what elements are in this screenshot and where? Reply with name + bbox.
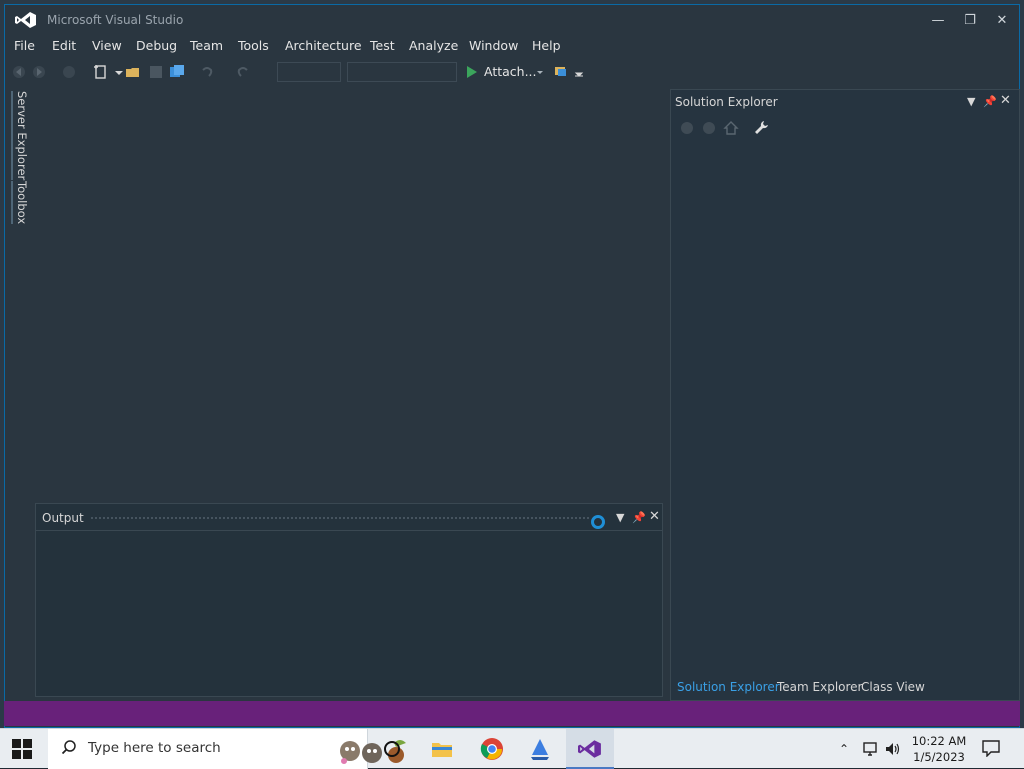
panel-drag-grip[interactable]: [90, 516, 590, 520]
save-all-icon[interactable]: [169, 64, 185, 80]
menu-tools[interactable]: Tools: [238, 38, 269, 53]
find-in-files-icon[interactable]: [553, 64, 569, 80]
menu-test[interactable]: Test: [370, 38, 395, 53]
server-explorer-tab[interactable]: Server Explorer: [11, 91, 29, 181]
pin-icon[interactable]: 📌: [632, 511, 646, 524]
new-project-icon[interactable]: [61, 64, 77, 80]
app-taskbar-button[interactable]: [516, 729, 564, 769]
navigate-back-icon[interactable]: [11, 64, 27, 80]
output-panel-title: Output: [42, 511, 84, 525]
undo-icon[interactable]: [199, 64, 215, 80]
solution-configuration-dropdown[interactable]: [277, 62, 341, 82]
notification-center-icon[interactable]: [982, 739, 1000, 757]
start-play-icon[interactable]: [467, 66, 477, 78]
system-clock[interactable]: 10:22 AM 1/5/2023: [906, 733, 972, 765]
home-icon[interactable]: [723, 120, 739, 136]
pin-icon[interactable]: 📌: [983, 95, 997, 108]
search-placeholder: Type here to search: [88, 740, 221, 756]
standard-toolbar: Attach...: [5, 59, 1019, 85]
window-position-dropdown-icon[interactable]: ▼: [616, 511, 624, 524]
solution-explorer-toolbar: [671, 116, 1019, 138]
cortana-circle-icon: [384, 741, 400, 757]
close-button[interactable]: ✕: [987, 9, 1017, 33]
visual-studio-icon: [578, 740, 601, 758]
windows-taskbar: Type here to search ⌃ 10:22 AM 1/5/2023: [0, 728, 1024, 769]
chrome-icon: [480, 738, 503, 760]
left-dock-tabs: Server Explorer Toolbox: [11, 87, 31, 227]
menu-view[interactable]: View: [92, 38, 122, 53]
title-bar: Microsoft Visual Studio — ❐ ✕: [5, 5, 1019, 35]
output-panel-header: Output ▼ 📌 ✕: [36, 504, 662, 531]
new-item-icon[interactable]: [93, 64, 109, 80]
back-icon[interactable]: [679, 120, 695, 136]
windows-start-icon[interactable]: [12, 739, 32, 759]
search-icon: [62, 740, 76, 754]
menu-debug[interactable]: Debug: [136, 38, 177, 53]
file-explorer-icon: [432, 743, 452, 757]
visual-studio-window: Microsoft Visual Studio — ❐ ✕ File Edit …: [4, 4, 1020, 728]
menu-bar: File Edit View Debug Team Tools Architec…: [5, 35, 1019, 57]
window-title: Microsoft Visual Studio: [47, 13, 184, 27]
show-hidden-icons-chevron-icon[interactable]: ⌃: [839, 742, 849, 756]
properties-wrench-icon[interactable]: [753, 120, 769, 136]
forward-icon[interactable]: [701, 120, 717, 136]
taskbar-search-box[interactable]: Type here to search: [48, 729, 406, 769]
solution-explorer-tab-strip: Solution Explorer Team Explorer Class Vi…: [671, 676, 1019, 700]
minimize-button[interactable]: —: [923, 9, 953, 33]
clock-date: 1/5/2023: [913, 750, 965, 764]
file-explorer-taskbar-button[interactable]: [418, 729, 466, 769]
visual-studio-logo-icon: [15, 12, 36, 28]
toolbar-options-icon[interactable]: [571, 64, 587, 80]
close-panel-icon[interactable]: ✕: [1000, 93, 1011, 108]
close-panel-icon[interactable]: ✕: [649, 509, 660, 524]
menu-analyze[interactable]: Analyze: [409, 38, 458, 53]
volume-icon[interactable]: [884, 740, 902, 758]
solution-explorer-title: Solution Explorer: [675, 95, 778, 109]
navigate-forward-icon[interactable]: [31, 64, 47, 80]
chrome-taskbar-button[interactable]: [468, 729, 516, 769]
toolbox-tab[interactable]: Toolbox: [11, 181, 29, 225]
tab-solution-explorer[interactable]: Solution Explorer: [677, 680, 780, 694]
restore-button[interactable]: ❐: [955, 9, 985, 33]
solution-explorer-header: Solution Explorer ▼ 📌 ✕: [671, 90, 1019, 114]
tab-team-explorer[interactable]: Team Explorer: [777, 680, 863, 694]
clock-time: 10:22 AM: [911, 734, 967, 748]
redo-icon[interactable]: [235, 64, 251, 80]
status-bar: [4, 701, 1020, 726]
dropdown-arrow-icon[interactable]: [532, 64, 548, 80]
menu-edit[interactable]: Edit: [52, 38, 76, 53]
solution-platform-dropdown[interactable]: [347, 62, 457, 82]
save-icon[interactable]: [148, 64, 164, 80]
attach-button[interactable]: Attach...: [484, 64, 537, 79]
menu-window[interactable]: Window: [469, 38, 518, 53]
task-view-button[interactable]: [368, 729, 416, 769]
sailboat-app-icon: [531, 739, 549, 760]
loading-spinner-icon: [591, 515, 605, 529]
menu-file[interactable]: File: [14, 38, 35, 53]
tab-class-view[interactable]: Class View: [861, 680, 925, 694]
network-icon[interactable]: [862, 740, 880, 758]
menu-team[interactable]: Team: [190, 38, 223, 53]
output-panel: Output ▼ 📌 ✕: [35, 503, 663, 697]
visual-studio-taskbar-button[interactable]: [566, 729, 614, 769]
solution-explorer-panel: Solution Explorer ▼ 📌 ✕ Solution Explore…: [670, 89, 1020, 701]
window-position-dropdown-icon[interactable]: ▼: [967, 95, 975, 108]
menu-help[interactable]: Help: [532, 38, 561, 53]
menu-architecture[interactable]: Architecture: [285, 38, 362, 53]
open-folder-icon[interactable]: [125, 64, 141, 80]
